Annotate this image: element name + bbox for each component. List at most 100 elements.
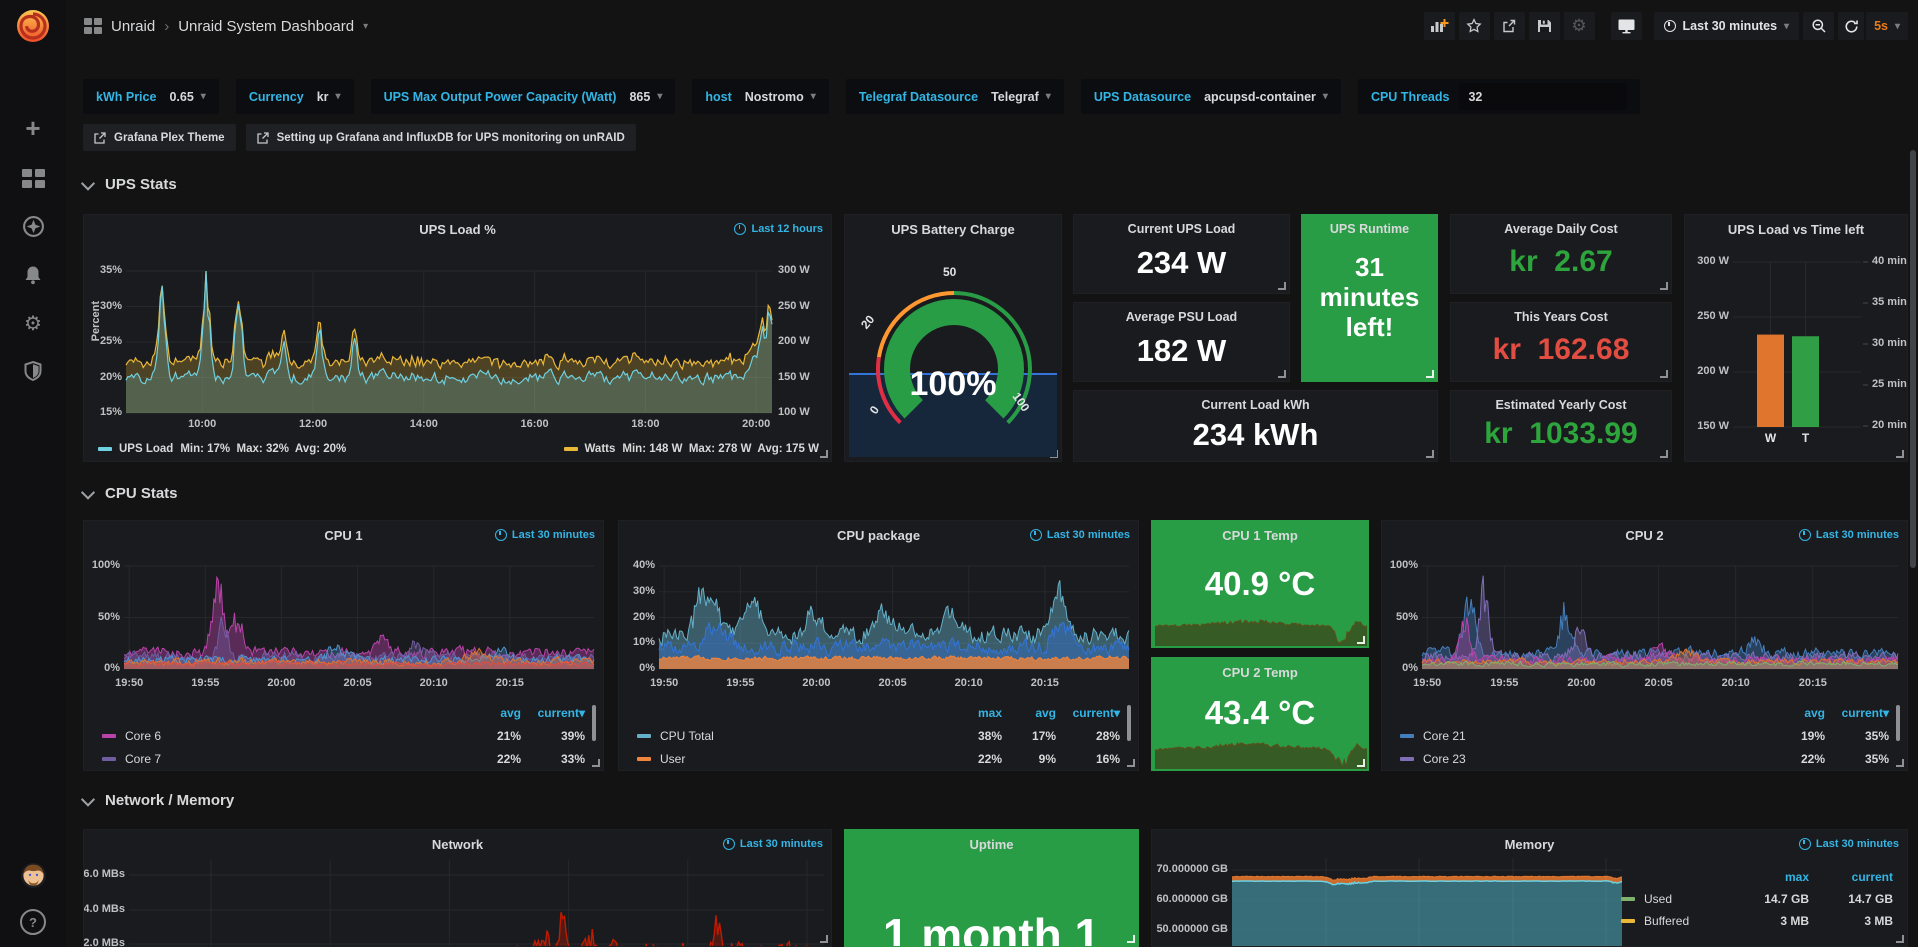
variable-ups-max-output[interactable]: UPS Max Output Power Capacity (Watt) 865…	[371, 79, 676, 114]
legend-value: 28%	[1056, 729, 1120, 743]
save-dashboard-button[interactable]	[1529, 12, 1560, 40]
legend-item-watts[interactable]: Watts Min: 148 W Max: 278 W Avg: 175 W	[564, 443, 820, 455]
sidebar-item-dashboards[interactable]	[0, 158, 66, 198]
legend-sort-current[interactable]: current▾	[521, 706, 585, 720]
legend-series-toggle[interactable]: Core 7	[102, 752, 467, 766]
panel-title[interactable]: Uptime	[845, 837, 1138, 852]
toolbar: ⚙ Last 30 minutes ▾ 5s ▾	[1420, 12, 1908, 40]
variable-host[interactable]: host Nostromo▾	[692, 79, 828, 114]
legend-sort-avg[interactable]: avg	[1002, 706, 1056, 720]
panel-cpu2-temp: CPU 2 Temp 43.4 °C	[1151, 657, 1369, 771]
panel-title[interactable]: Memory	[1152, 837, 1907, 852]
panel-title[interactable]: UPS Load vs Time left	[1685, 222, 1907, 237]
refresh-button[interactable]	[1838, 12, 1864, 40]
variable-kwh-price[interactable]: kWh Price 0.65▾	[83, 79, 219, 114]
cycle-view-mode-button[interactable]	[1611, 12, 1642, 40]
zoom-out-time-button[interactable]	[1803, 12, 1834, 40]
sidebar-item-explore[interactable]	[0, 206, 66, 246]
sidebar-item-configuration[interactable]: ⚙	[0, 303, 66, 343]
legend-series-toggle[interactable]: Core 21	[1400, 729, 1771, 743]
legend-scrollbar[interactable]	[1127, 705, 1131, 741]
panel-title[interactable]: Estimated Yearly Cost	[1451, 398, 1671, 412]
legend-series-toggle[interactable]: User	[637, 752, 948, 766]
legend-scrollbar[interactable]	[592, 705, 596, 741]
breadcrumb-dashboard-title[interactable]: Unraid System Dashboard	[178, 18, 354, 35]
legend-series-toggle[interactable]: Used	[1621, 892, 1735, 906]
legend-series-toggle[interactable]: Core 23	[1400, 752, 1771, 766]
legend-value: 39%	[521, 729, 585, 743]
sidebar-item-create[interactable]: +	[0, 108, 66, 148]
stat-value: 31 minutes left!	[1308, 253, 1431, 343]
legend-item-ups-load[interactable]: UPS Load Min: 17% Max: 32% Avg: 20%	[98, 443, 346, 455]
panel-title[interactable]: Current Load kWh	[1074, 398, 1437, 412]
legend-scrollbar[interactable]	[1896, 705, 1900, 741]
legend-series-toggle[interactable]: Core 6	[102, 729, 467, 743]
legend-sort-current[interactable]: current▾	[1825, 706, 1889, 720]
axis-tick-label: 20:00	[742, 418, 770, 430]
legend-sort-current[interactable]: current▾	[1056, 706, 1120, 720]
section-network-memory[interactable]: Network / Memory	[83, 792, 234, 809]
axis-tick-label: 100%	[1390, 559, 1418, 571]
share-dashboard-button[interactable]	[1494, 12, 1525, 40]
legend-sort-current[interactable]: current	[1809, 870, 1893, 884]
link-grafana-plex-theme[interactable]: Grafana Plex Theme	[83, 124, 236, 151]
section-ups-stats[interactable]: UPS Stats	[83, 176, 177, 193]
variable-telegraf-datasource[interactable]: Telegraf Datasource Telegraf▾	[846, 79, 1064, 114]
variable-ups-datasource[interactable]: UPS Datasource apcupsd-container▾	[1081, 79, 1341, 114]
battery-charge-gauge[interactable]	[845, 215, 1062, 462]
add-panel-button[interactable]	[1424, 12, 1455, 40]
user-avatar[interactable]	[0, 853, 66, 897]
cpu2-chart[interactable]	[1382, 521, 1908, 699]
legend-sort-avg[interactable]: avg	[1771, 706, 1825, 720]
cpu-threads-input[interactable]: 32	[1459, 83, 1627, 110]
dashboard-settings-button[interactable]: ⚙	[1564, 12, 1595, 40]
time-range-picker[interactable]: Last 30 minutes ▾	[1654, 12, 1800, 40]
breadcrumb-folder[interactable]: Unraid	[111, 18, 155, 35]
panel-memory: Memory Last 30 minutes max current Used …	[1151, 829, 1908, 947]
legend-row: Core 7 22% 33%	[102, 747, 585, 770]
variable-label: kWh Price	[96, 90, 156, 104]
page-scrollbar[interactable]	[1910, 150, 1916, 568]
stat-value: 40.9 °C	[1152, 565, 1368, 603]
grafana-logo-icon[interactable]	[13, 6, 53, 46]
panel-title[interactable]: Average PSU Load	[1074, 310, 1289, 324]
panel-time-range-link[interactable]: Last 30 minutes	[1799, 529, 1899, 541]
ups-load-chart[interactable]	[84, 215, 832, 440]
sort-caret-icon: ▾	[1883, 706, 1889, 720]
help-icon: ?	[20, 909, 46, 935]
legend-series-toggle[interactable]: CPU Total	[637, 729, 948, 743]
panel-time-range-link[interactable]: Last 30 minutes	[1799, 838, 1899, 850]
axis-tick-label: 30 min	[1872, 337, 1907, 349]
legend-sort-max[interactable]: max	[948, 706, 1002, 720]
panel-title[interactable]: UPS Runtime	[1302, 222, 1437, 236]
sidebar-item-help[interactable]: ?	[0, 897, 66, 947]
section-cpu-stats[interactable]: CPU Stats	[83, 485, 178, 502]
panel-title[interactable]: Current UPS Load	[1074, 222, 1289, 236]
panel-time-range-link[interactable]: Last 12 hours	[734, 223, 823, 235]
panel-time-range-link[interactable]: Last 30 minutes	[495, 529, 595, 541]
panel-title[interactable]: Network	[84, 837, 831, 852]
variable-currency[interactable]: Currency kr▾	[236, 79, 354, 114]
star-dashboard-button[interactable]	[1459, 12, 1490, 40]
cpu-package-chart[interactable]	[619, 521, 1139, 699]
chevron-down-icon[interactable]: ▾	[363, 21, 368, 32]
panel-time-range-link[interactable]: Last 30 minutes	[1030, 529, 1130, 541]
legend-sort-avg[interactable]: avg	[467, 706, 521, 720]
panel-ups-load-percent: UPS Load % Last 12 hours Percent UPS Loa…	[83, 214, 832, 462]
panel-title[interactable]: UPS Load %	[84, 222, 831, 237]
series-name: Core 7	[125, 752, 161, 766]
panel-title[interactable]: This Years Cost	[1451, 310, 1671, 324]
panel-title[interactable]: CPU 2 Temp	[1152, 665, 1368, 680]
cpu1-chart[interactable]	[84, 521, 604, 699]
panel-title[interactable]: Average Daily Cost	[1451, 222, 1671, 236]
legend-series-toggle[interactable]: Buffered	[1621, 914, 1735, 928]
panel-title[interactable]: CPU 1 Temp	[1152, 528, 1368, 543]
clock-icon	[495, 529, 507, 541]
refresh-interval-picker[interactable]: 5s ▾	[1866, 12, 1908, 40]
sidebar-item-alerting[interactable]	[0, 255, 66, 295]
legend-sort-max[interactable]: max	[1735, 870, 1809, 884]
panel-time-range-link[interactable]: Last 30 minutes	[723, 838, 823, 850]
panel-title[interactable]: UPS Battery Charge	[845, 222, 1061, 237]
link-ups-monitoring-guide[interactable]: Setting up Grafana and InfluxDB for UPS …	[246, 124, 636, 151]
sidebar-item-server-admin[interactable]	[0, 351, 66, 391]
